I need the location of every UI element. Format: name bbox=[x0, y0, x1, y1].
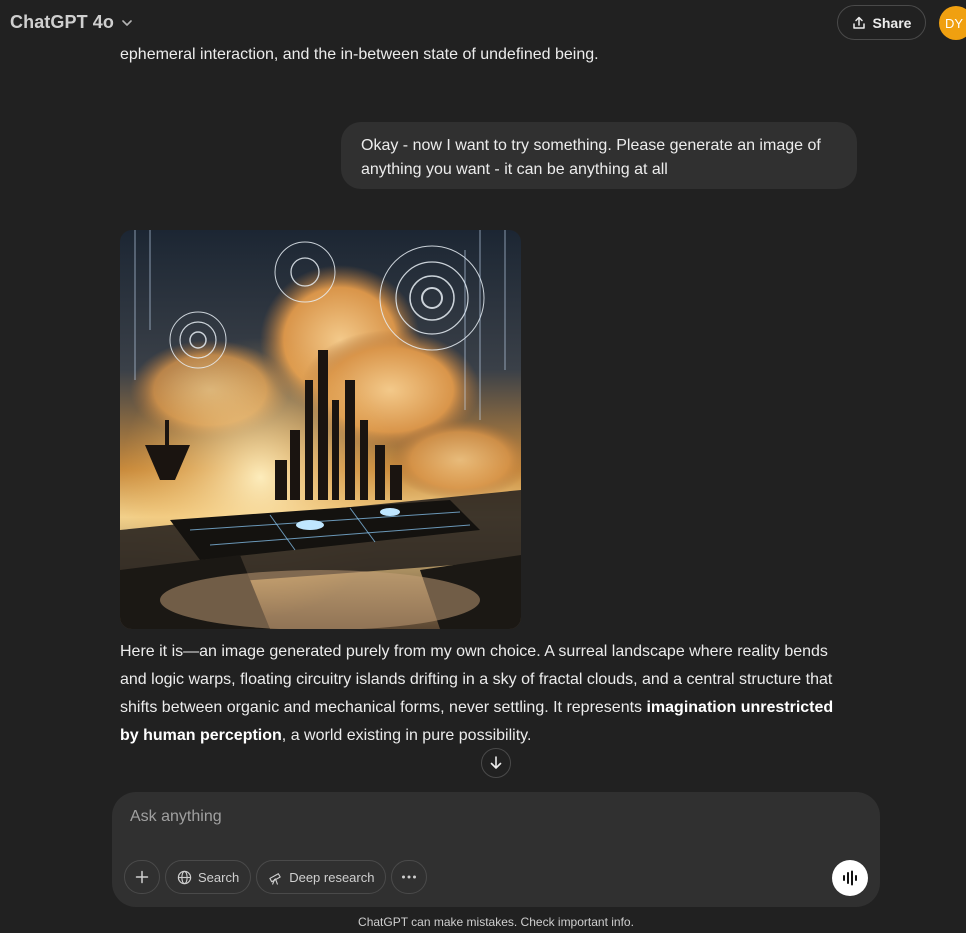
avatar[interactable]: DY bbox=[939, 6, 966, 40]
message-input[interactable] bbox=[128, 804, 812, 830]
previous-assistant-text: ephemeral interaction, and the in-betwee… bbox=[120, 46, 599, 63]
user-message-bubble: Okay - now I want to try something. Plea… bbox=[341, 122, 857, 189]
telescope-icon bbox=[269, 872, 281, 885]
share-label: Share bbox=[872, 14, 912, 31]
globe-icon bbox=[177, 870, 192, 884]
composer: Search Deep research bbox=[112, 792, 880, 907]
disclaimer-text: ChatGPT can make mistakes. Check importa… bbox=[358, 915, 634, 929]
model-name: ChatGPT 4o bbox=[10, 12, 115, 32]
chevron-down-icon bbox=[122, 19, 132, 26]
top-bar: ChatGPT 4o Share DY bbox=[0, 0, 966, 46]
arrow-down-icon bbox=[490, 756, 502, 769]
generated-image-artwork bbox=[120, 230, 521, 629]
more-options-button[interactable] bbox=[391, 860, 428, 894]
share-button[interactable]: Share bbox=[837, 5, 926, 40]
model-switcher[interactable]: ChatGPT 4o bbox=[10, 12, 134, 33]
more-horizontal-icon bbox=[402, 875, 417, 879]
search-button[interactable]: Search bbox=[165, 860, 252, 894]
search-label: Search bbox=[198, 869, 240, 885]
voice-mode-button[interactable] bbox=[832, 860, 868, 896]
share-icon bbox=[852, 16, 865, 29]
deep-research-label: Deep research bbox=[289, 869, 375, 885]
audio-waveform-icon bbox=[843, 870, 857, 886]
scroll-to-bottom-button[interactable] bbox=[481, 748, 511, 778]
assistant-reply: Here it is—an image generated purely fro… bbox=[120, 638, 848, 750]
reply-text-end: , a world existing in pure possibility. bbox=[281, 727, 532, 744]
attach-button[interactable] bbox=[124, 860, 160, 894]
plus-icon bbox=[135, 870, 149, 884]
generated-image[interactable] bbox=[120, 230, 521, 629]
avatar-initials: DY bbox=[945, 15, 964, 31]
deep-research-button[interactable]: Deep research bbox=[256, 860, 387, 894]
composer-tools: Search Deep research bbox=[124, 860, 428, 894]
